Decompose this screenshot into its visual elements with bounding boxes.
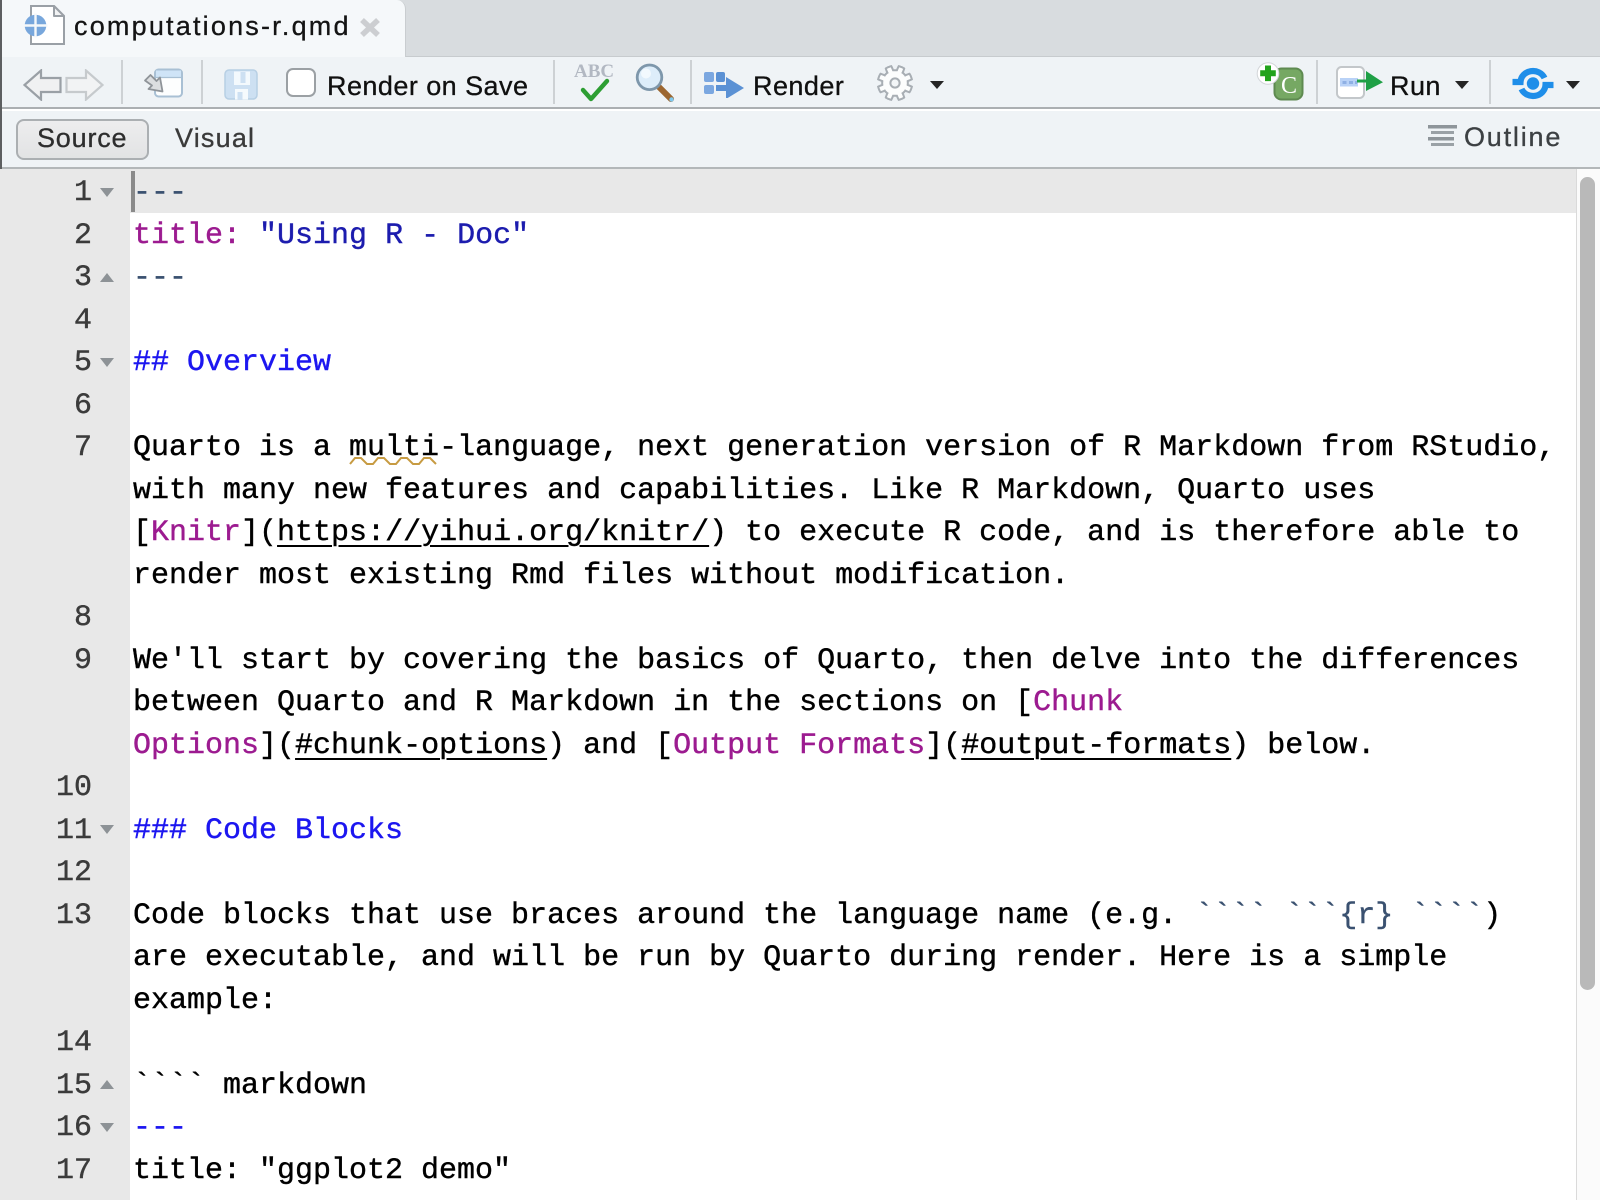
svg-text:C: C bbox=[1281, 73, 1297, 99]
